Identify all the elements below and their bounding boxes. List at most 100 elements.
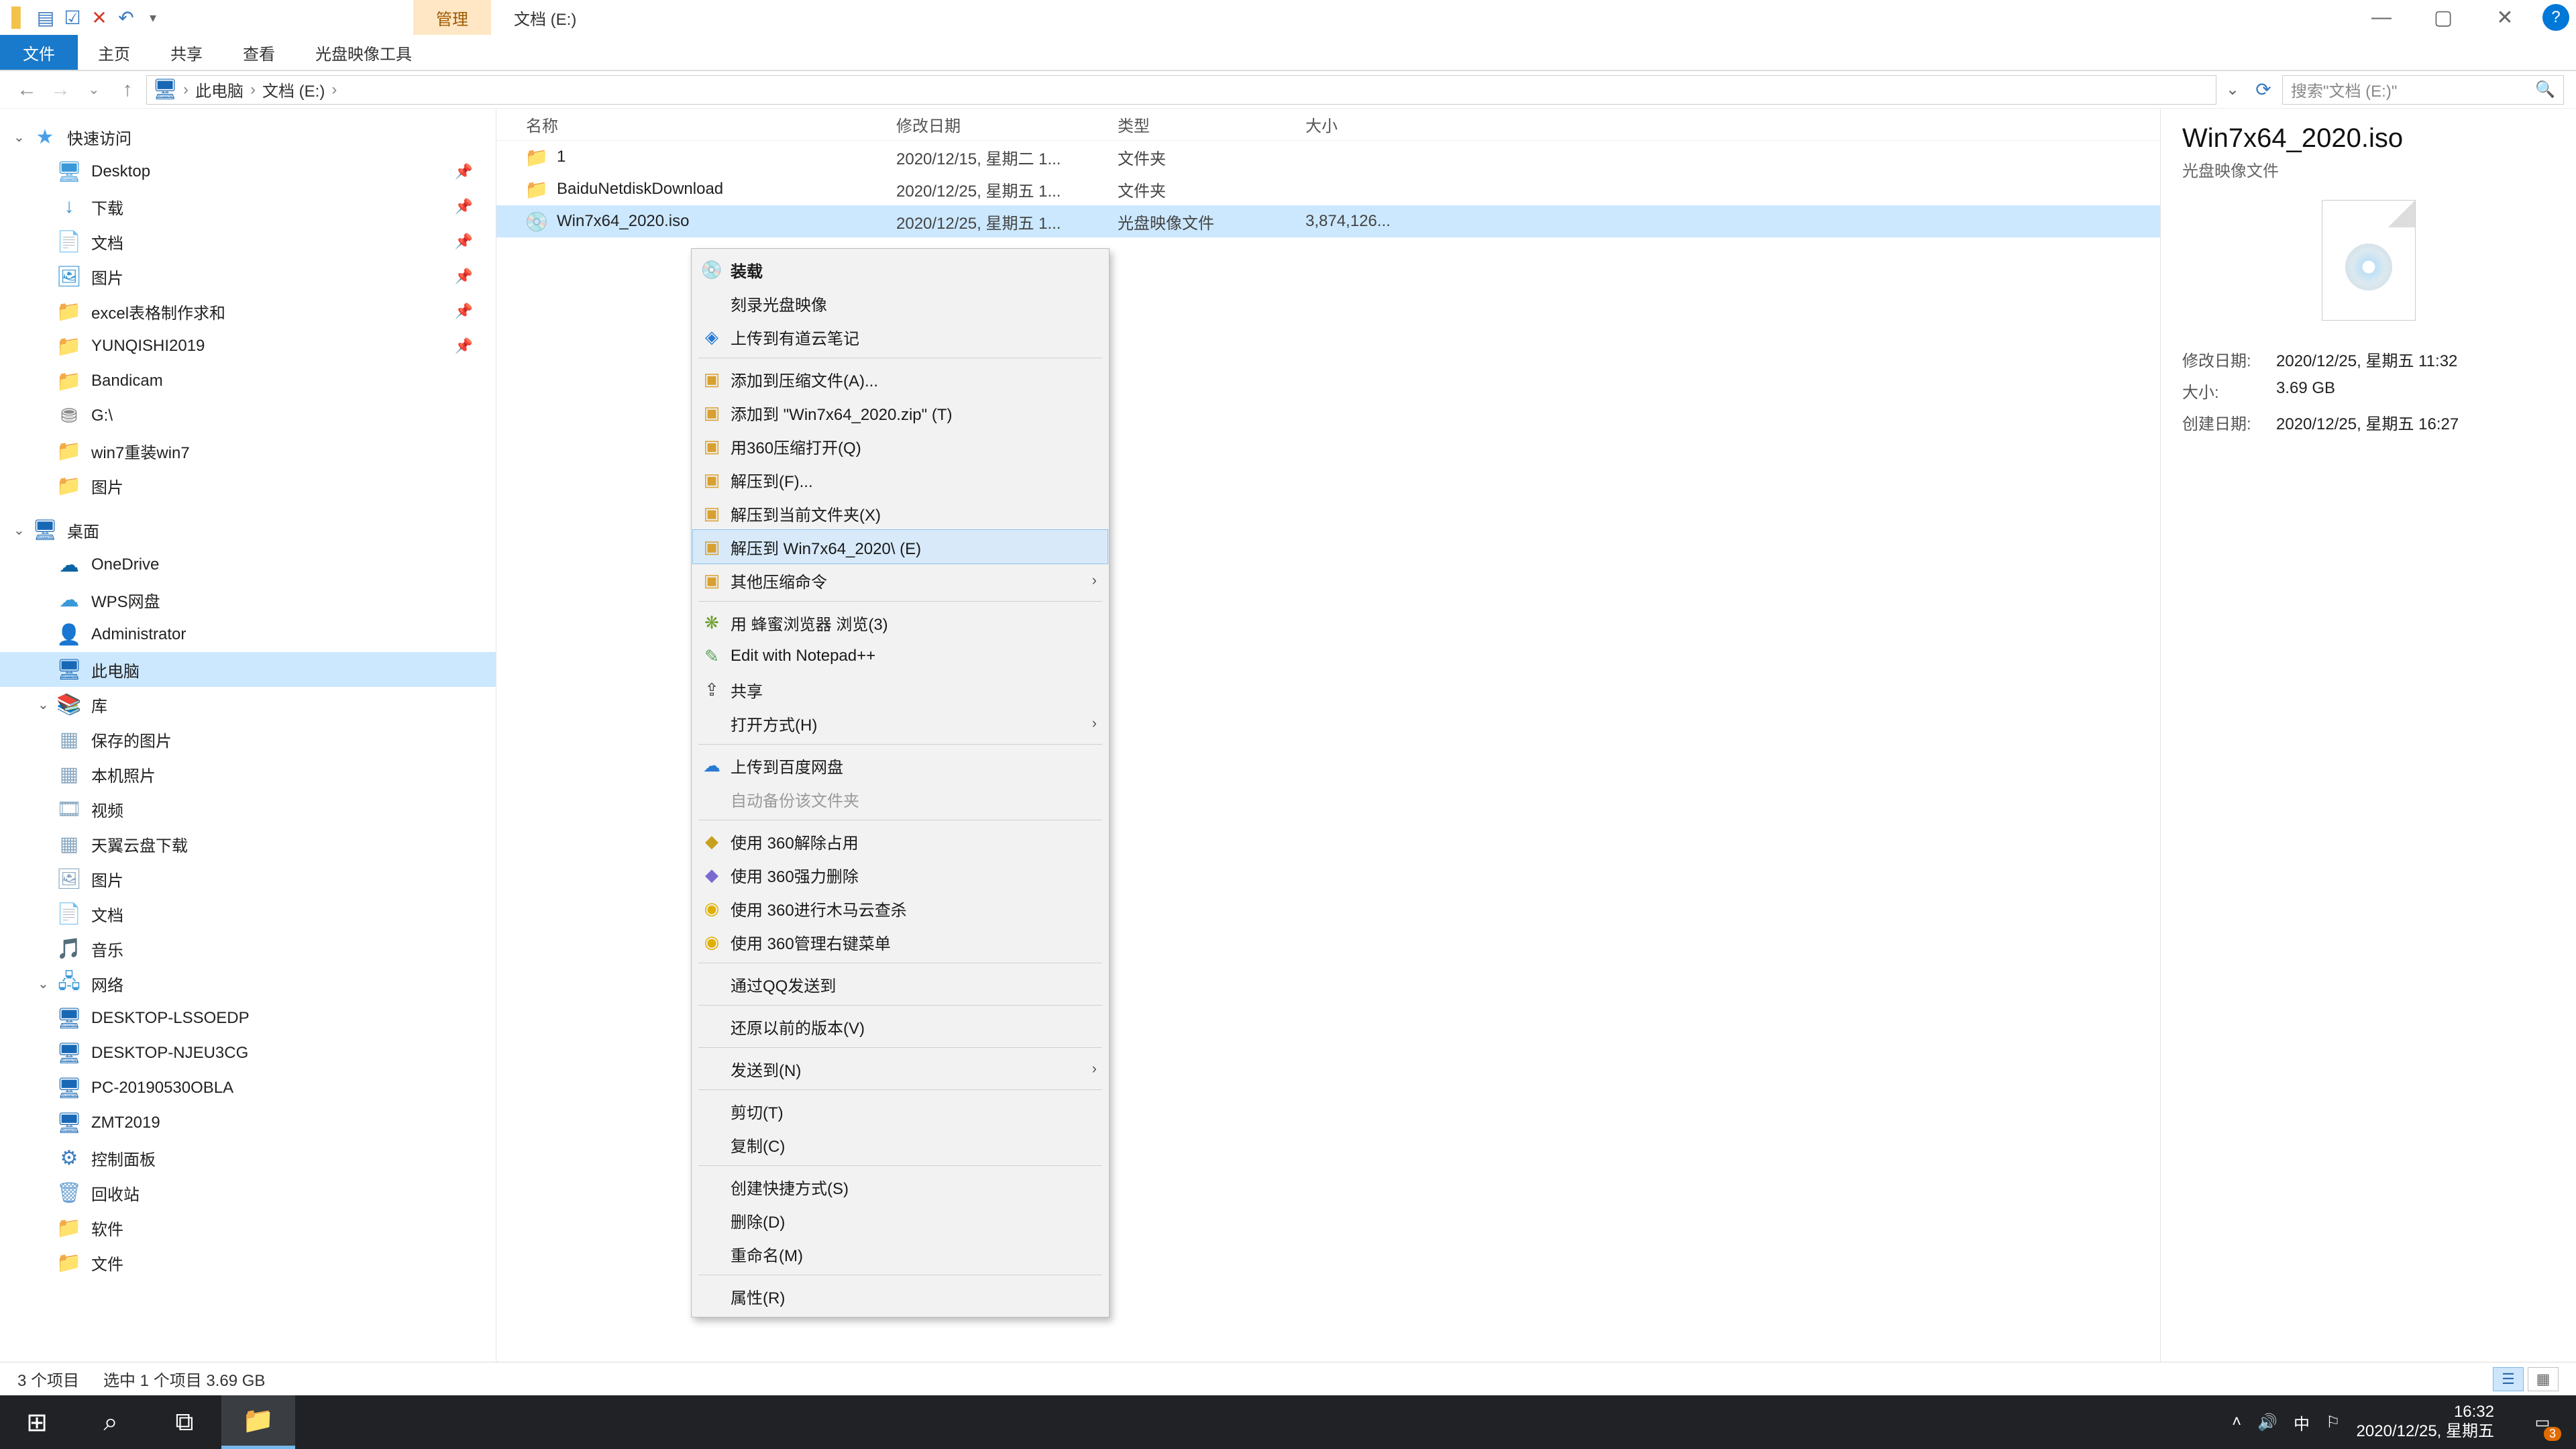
col-size[interactable]: 大小 [1295, 113, 1469, 136]
ctx-bee-browser[interactable]: ❋用 蜂蜜浏览器 浏览(3) [693, 606, 1108, 639]
ctx-add-archive[interactable]: ▣添加到压缩文件(A)... [693, 362, 1108, 396]
tree-yunqishi-folder[interactable]: 📁YUNQISHI2019📌 [0, 329, 496, 364]
search-icon[interactable]: 🔍 [2535, 80, 2555, 99]
help-icon[interactable]: ? [2542, 4, 2569, 31]
ribbon-tab-view[interactable]: 查看 [223, 35, 295, 70]
ctx-send-to[interactable]: 发送到(N)› [693, 1052, 1108, 1085]
tree-libraries[interactable]: ⌄📚库 [0, 687, 496, 722]
tree-net-pc[interactable]: 🖥PC-20190530OBLA [0, 1071, 496, 1106]
tree-bandicam-folder[interactable]: 📁Bandicam [0, 364, 496, 398]
tree-net-pc[interactable]: 🖥DESKTOP-NJEU3CG [0, 1036, 496, 1071]
view-large-icons-button[interactable]: ▦ [2528, 1367, 2559, 1391]
ctx-create-shortcut[interactable]: 创建快捷方式(S) [693, 1170, 1108, 1203]
taskbar-explorer-button[interactable]: 📁 [221, 1395, 295, 1449]
tree-pictures[interactable]: 🖼图片📌 [0, 259, 496, 294]
taskbar-search-button[interactable]: ⌕ [74, 1395, 148, 1449]
tree-files-folder[interactable]: 📁文件 [0, 1245, 496, 1280]
ctx-baidu-upload[interactable]: ☁上传到百度网盘 [693, 749, 1108, 782]
ctx-burn[interactable]: 刻录光盘映像 [693, 286, 1108, 320]
tree-desktop-root[interactable]: ⌄🖥桌面 [0, 513, 496, 547]
col-name[interactable]: 名称 [496, 113, 885, 136]
chevron-down-icon[interactable]: ⌄ [13, 129, 25, 146]
tree-excel-folder[interactable]: 📁excel表格制作求和📌 [0, 294, 496, 329]
tree-win7-folder[interactable]: 📁win7重装win7 [0, 433, 496, 468]
close-button[interactable]: ✕ [2474, 0, 2536, 35]
tree-recycle-bin[interactable]: 🗑回收站 [0, 1175, 496, 1210]
tree-network[interactable]: ⌄🖧网络 [0, 966, 496, 1001]
tree-this-pc[interactable]: 🖥此电脑 [0, 652, 496, 687]
view-details-button[interactable]: ☰ [2493, 1367, 2524, 1391]
tree-tianyi[interactable]: ▦天翼云盘下载 [0, 826, 496, 861]
ctx-add-zip[interactable]: ▣添加到 "Win7x64_2020.zip" (T) [693, 396, 1108, 429]
nav-up-button[interactable]: ↑ [113, 75, 142, 105]
ribbon-tab-home[interactable]: 主页 [78, 35, 150, 70]
tree-net-pc[interactable]: 🖥ZMT2019 [0, 1106, 496, 1140]
chevron-down-icon[interactable]: ⌄ [38, 696, 49, 713]
tree-pictures2[interactable]: 📁图片 [0, 468, 496, 503]
tray-volume-icon[interactable]: 🔊 [2257, 1413, 2277, 1432]
refresh-button[interactable]: ⟳ [2249, 78, 2278, 101]
tray-ime-icon[interactable]: 中 [2294, 1411, 2310, 1434]
breadcrumb[interactable]: 🖥 › 此电脑 › 文档 (E:) › [146, 75, 2216, 105]
ctx-cut[interactable]: 剪切(T) [693, 1094, 1108, 1128]
ctx-extract-dir[interactable]: ▣解压到 Win7x64_2020\ (E) [693, 530, 1108, 564]
tree-documents[interactable]: 📄文档📌 [0, 224, 496, 259]
qat-dropdown-icon[interactable]: ▾ [142, 7, 164, 28]
tray-security-icon[interactable]: ⚐ [2326, 1413, 2341, 1432]
action-center-button[interactable]: ▭ 3 [2516, 1395, 2569, 1449]
file-row-selected[interactable]: 💿Win7x64_2020.iso 2020/12/25, 星期五 1... 光… [496, 205, 2160, 237]
col-date[interactable]: 修改日期 [885, 113, 1107, 136]
ctx-restore-previous[interactable]: 还原以前的版本(V) [693, 1010, 1108, 1043]
tree-control-panel[interactable]: ⚙控制面板 [0, 1140, 496, 1175]
breadcrumb-pc[interactable]: 此电脑 [195, 78, 244, 101]
tree-saved-pictures[interactable]: ▦保存的图片 [0, 722, 496, 757]
ctx-mount[interactable]: 💿装载 [693, 253, 1108, 286]
tree-music[interactable]: 🎵音乐 [0, 931, 496, 966]
ctx-360-trojan-scan[interactable]: ◉使用 360进行木马云查杀 [693, 892, 1108, 925]
tree-documents2[interactable]: 📄文档 [0, 896, 496, 931]
ribbon-tab-disc-tools[interactable]: 光盘映像工具 [295, 35, 432, 70]
search-input[interactable]: 搜索"文档 (E:)" 🔍 [2282, 75, 2564, 105]
tree-videos[interactable]: 🎞视频 [0, 792, 496, 826]
tree-software-folder[interactable]: 📁软件 [0, 1210, 496, 1245]
ctx-other-archive[interactable]: ▣其他压缩命令› [693, 564, 1108, 597]
ctx-qq-send[interactable]: 通过QQ发送到 [693, 967, 1108, 1001]
ctx-360-unlock[interactable]: ◆使用 360解除占用 [693, 824, 1108, 858]
ctx-properties[interactable]: 属性(R) [693, 1279, 1108, 1313]
nav-back-button[interactable]: ← [12, 75, 42, 105]
tree-administrator[interactable]: 👤Administrator [0, 617, 496, 652]
ribbon-tab-share[interactable]: 共享 [150, 35, 223, 70]
ctx-share[interactable]: ⇪共享 [693, 673, 1108, 706]
tree-desktop[interactable]: 🖥Desktop📌 [0, 154, 496, 189]
tree-camera-roll[interactable]: ▦本机照片 [0, 757, 496, 792]
tree-net-pc[interactable]: 🖥DESKTOP-LSSOEDP [0, 1001, 496, 1036]
navigation-pane[interactable]: ⌄★快速访问 🖥Desktop📌 ↓下载📌 📄文档📌 🖼图片📌 📁excel表格… [0, 109, 496, 1362]
minimize-button[interactable]: — [2351, 0, 2412, 35]
col-type[interactable]: 类型 [1107, 113, 1295, 136]
ctx-delete[interactable]: 删除(D) [693, 1203, 1108, 1237]
ctx-open-with[interactable]: 打开方式(H)› [693, 706, 1108, 740]
ctx-rename[interactable]: 重命名(M) [693, 1237, 1108, 1271]
tree-downloads[interactable]: ↓下载📌 [0, 189, 496, 224]
ctx-youdao[interactable]: ◈上传到有道云笔记 [693, 320, 1108, 354]
maximize-button[interactable]: ▢ [2412, 0, 2474, 35]
tree-onedrive[interactable]: ☁OneDrive [0, 547, 496, 582]
task-view-button[interactable]: ⧉ [148, 1395, 221, 1449]
qat-save-icon[interactable]: ▤ [35, 7, 56, 28]
file-row[interactable]: 📁BaiduNetdiskDownload 2020/12/25, 星期五 1.… [496, 173, 2160, 205]
qat-delete-icon[interactable]: ✕ [89, 7, 110, 28]
nav-recent-dropdown[interactable]: ⌄ [79, 75, 109, 105]
ctx-open-360zip[interactable]: ▣用360压缩打开(Q) [693, 429, 1108, 463]
tree-g-drive[interactable]: ⛃G:\ [0, 398, 496, 433]
ctx-extract-here[interactable]: ▣解压到当前文件夹(X) [693, 496, 1108, 530]
breadcrumb-history-dropdown[interactable]: ⌄ [2220, 80, 2245, 99]
ctx-copy[interactable]: 复制(C) [693, 1128, 1108, 1161]
start-button[interactable]: ⊞ [0, 1395, 74, 1449]
qat-undo-icon[interactable]: ↶ [115, 7, 137, 28]
breadcrumb-loc[interactable]: 文档 (E:) [262, 78, 325, 101]
ctx-360-force-delete[interactable]: ◆使用 360强力删除 [693, 858, 1108, 892]
chevron-down-icon[interactable]: ⌄ [13, 522, 25, 539]
nav-forward-button[interactable]: → [46, 75, 75, 105]
ribbon-tab-file[interactable]: 文件 [0, 35, 78, 70]
tree-pictures3[interactable]: 🖼图片 [0, 861, 496, 896]
